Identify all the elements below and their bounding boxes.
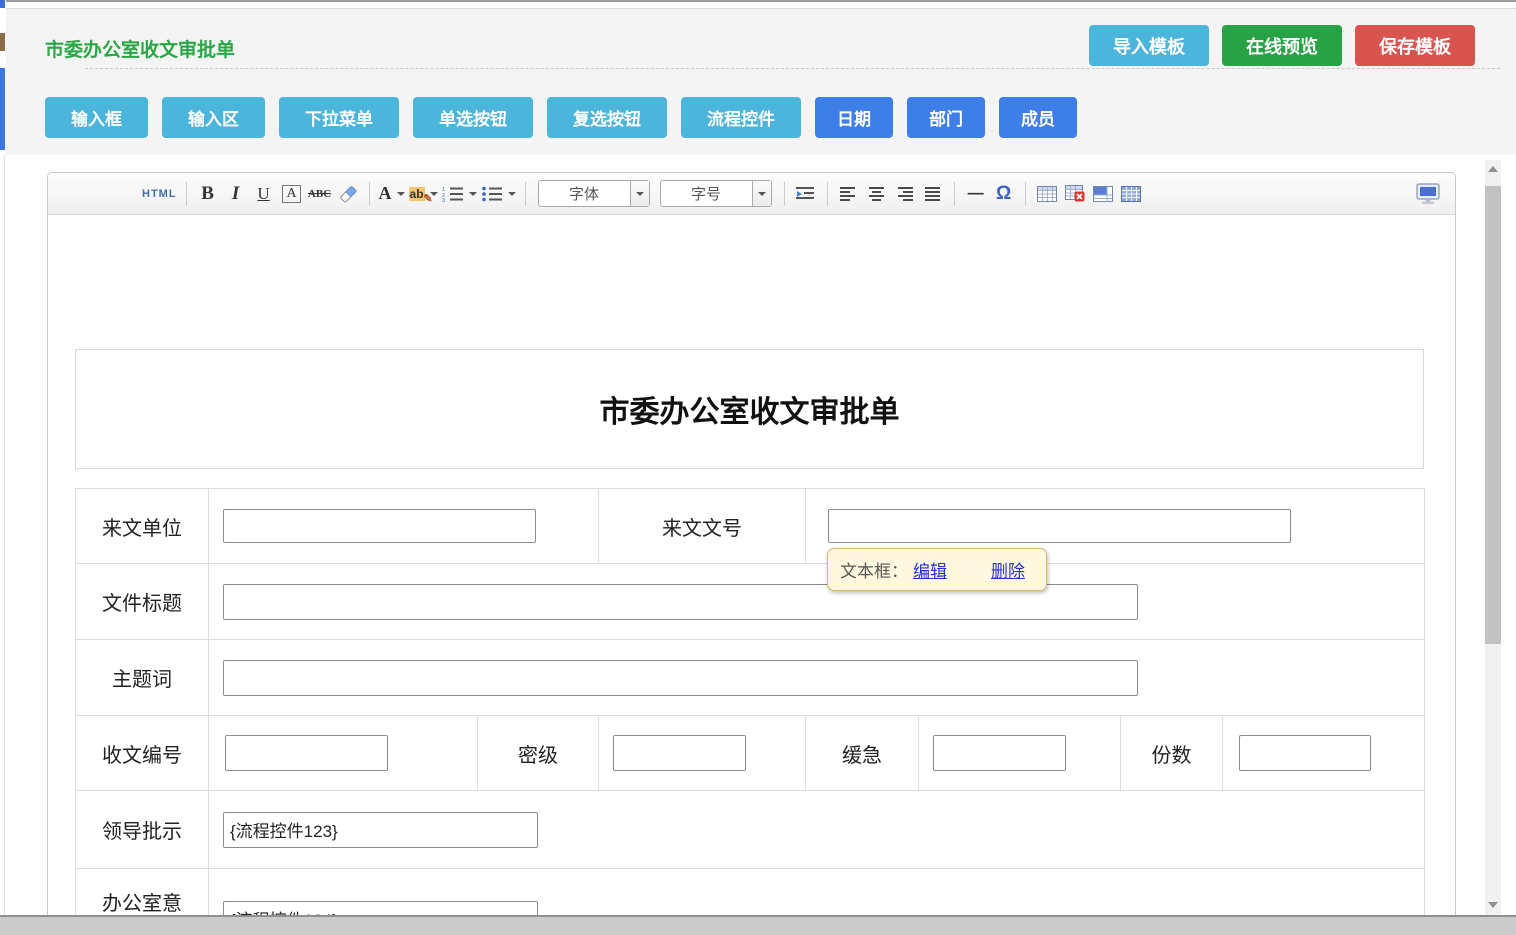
toolbar-separator	[525, 182, 526, 206]
palette-flow-control-button[interactable]: 流程控件	[681, 97, 801, 138]
form-title: 市委办公室收文审批单	[600, 387, 900, 431]
form-title-box: 市委办公室收文审批单	[75, 349, 1424, 469]
table-row: 领导批示	[76, 791, 1425, 869]
format-box-icon[interactable]: A	[280, 181, 304, 207]
left-fragment-brown	[0, 33, 5, 51]
italic-icon[interactable]: I	[224, 181, 248, 207]
chevron-down-icon	[397, 192, 405, 196]
chevron-down-icon	[752, 181, 771, 206]
save-template-button[interactable]: 保存模板	[1355, 25, 1475, 66]
page-title: 市委办公室收文审批单	[45, 35, 235, 62]
highlight-color-icon[interactable]: ab	[409, 181, 438, 207]
horizontal-rule-icon[interactable]: —	[964, 181, 988, 207]
palette-textarea-button[interactable]: 输入区	[162, 97, 265, 138]
editor-document: 市委办公室收文审批单 来文单位 来文文号 文件标题	[48, 216, 1455, 934]
palette-department-button[interactable]: 部门	[907, 97, 985, 138]
field-tooltip: 文本框： 编辑 删除	[827, 548, 1047, 591]
online-preview-button[interactable]: 在线预览	[1222, 25, 1342, 66]
table-row: 文件标题	[76, 564, 1425, 640]
insert-table-icon[interactable]	[1035, 181, 1059, 207]
tooltip-label: 文本框：	[840, 557, 908, 582]
app-window: 市委办公室收文审批单 导入模板 在线预览 保存模板 输入框 输入区 下拉菜单 单…	[0, 0, 1516, 935]
table-row: 主题词	[76, 640, 1425, 716]
left-fragment-blue-top	[0, 0, 5, 8]
bottom-edge	[0, 915, 1516, 935]
fullscreen-icon[interactable]	[1415, 181, 1441, 207]
palette-input-box-button[interactable]: 输入框	[45, 97, 148, 138]
align-justify-icon[interactable]	[921, 181, 945, 207]
font-color-icon[interactable]: A	[379, 181, 405, 207]
chevron-down-icon	[508, 192, 516, 196]
align-right-icon[interactable]	[893, 181, 917, 207]
eraser-icon[interactable]	[336, 181, 360, 207]
palette-dropdown-button[interactable]: 下拉菜单	[279, 97, 399, 138]
align-center-icon[interactable]	[865, 181, 889, 207]
palette-radio-button[interactable]: 单选按钮	[413, 97, 533, 138]
delete-link[interactable]: 删除	[991, 557, 1025, 582]
delete-table-icon[interactable]	[1063, 181, 1087, 207]
editor-toolbar: HTML B I U A ABC A ab 1	[48, 173, 1455, 215]
font-size-select[interactable]: 字号	[660, 180, 772, 207]
svg-text:3: 3	[442, 198, 445, 202]
html-source-icon[interactable]: HTML	[142, 181, 177, 207]
fenshu-input[interactable]	[1239, 735, 1371, 771]
vertical-scrollbar[interactable]	[1485, 160, 1501, 915]
toolbar-separator	[784, 182, 785, 206]
toolbar-separator	[827, 182, 828, 206]
scroll-down-arrow[interactable]	[1485, 896, 1501, 913]
underline-icon[interactable]: U	[252, 181, 276, 207]
palette-member-button[interactable]: 成员	[999, 97, 1077, 138]
header-actions: 导入模板 在线预览 保存模板	[1089, 25, 1475, 66]
dashed-divider	[85, 68, 1500, 69]
miji-input[interactable]	[613, 735, 746, 771]
table-row: 收文编号 密级 缓急 份数	[76, 716, 1425, 791]
table-row-properties-icon[interactable]	[1119, 181, 1143, 207]
import-template-button[interactable]: 导入模板	[1089, 25, 1209, 66]
huanji-input[interactable]	[933, 735, 1066, 771]
special-character-icon[interactable]: Ω	[992, 181, 1016, 207]
toolbar-separator	[369, 182, 370, 206]
left-fragment-line	[0, 155, 5, 935]
field-label: 来文单位	[76, 489, 209, 564]
palette-checkbox-button[interactable]: 复选按钮	[547, 97, 667, 138]
laiwen-danwei-input[interactable]	[223, 509, 536, 543]
align-left-icon[interactable]	[837, 181, 861, 207]
chevron-down-icon	[469, 192, 477, 196]
window-top-border	[0, 0, 1516, 2]
editor-panel: HTML B I U A ABC A ab 1	[47, 172, 1456, 935]
laiwen-wenhao-input[interactable]	[828, 509, 1291, 543]
field-label: 收文编号	[76, 716, 209, 791]
header-panel: 市委办公室收文审批单 导入模板 在线预览 保存模板 输入框 输入区 下拉菜单 单…	[6, 8, 1516, 155]
lingdao-pishi-input[interactable]	[223, 812, 538, 848]
table-cell-properties-icon[interactable]	[1091, 181, 1115, 207]
left-fragment-blue	[0, 68, 5, 150]
toolbar-separator	[954, 182, 955, 206]
table-row: 来文单位 来文文号	[76, 489, 1425, 564]
field-label: 缓急	[806, 716, 919, 791]
shouwen-bianhao-input[interactable]	[225, 735, 388, 771]
toolbar-separator	[1025, 182, 1026, 206]
field-label: 主题词	[76, 640, 209, 716]
chevron-down-icon	[630, 181, 649, 206]
bold-icon[interactable]: B	[196, 181, 220, 207]
zhutici-input[interactable]	[223, 660, 1138, 696]
field-label: 份数	[1121, 716, 1223, 791]
scrollbar-thumb[interactable]	[1485, 186, 1501, 644]
unordered-list-icon[interactable]	[481, 181, 516, 207]
scroll-up-arrow[interactable]	[1485, 160, 1501, 177]
font-family-select[interactable]: 字体	[538, 180, 650, 207]
edit-link[interactable]: 编辑	[913, 557, 947, 582]
field-label: 文件标题	[76, 564, 209, 640]
field-label: 来文文号	[599, 489, 806, 564]
palette-date-button[interactable]: 日期	[815, 97, 893, 138]
form-table: 来文单位 来文文号 文件标题 主题词	[75, 488, 1425, 934]
toolbar-separator	[186, 182, 187, 206]
indent-icon[interactable]	[794, 181, 818, 207]
field-label: 领导批示	[76, 791, 209, 869]
strikethrough-icon[interactable]: ABC	[308, 181, 332, 207]
field-label: 密级	[478, 716, 599, 791]
control-palette: 输入框 输入区 下拉菜单 单选按钮 复选按钮 流程控件 日期 部门 成员	[45, 97, 1077, 138]
ordered-list-icon[interactable]: 1 2 3	[442, 181, 477, 207]
